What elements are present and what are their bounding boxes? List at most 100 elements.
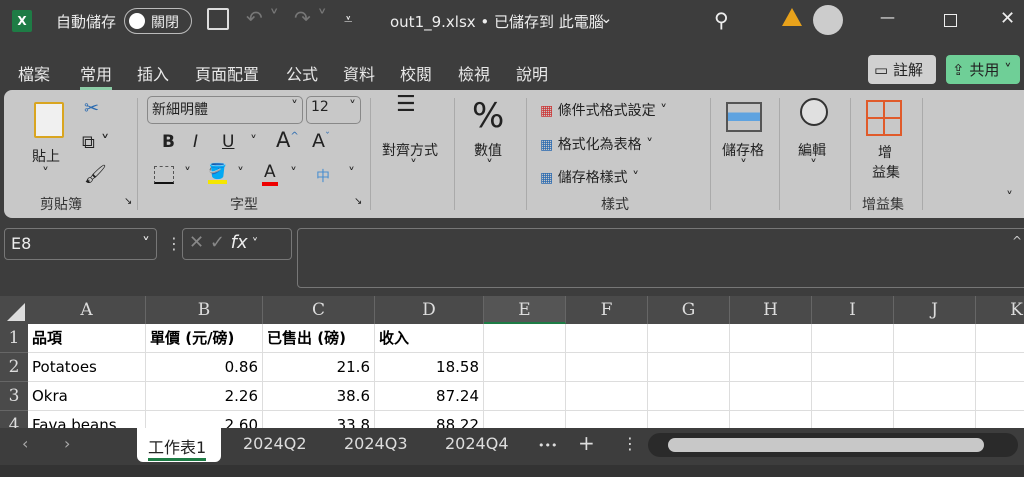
document-title[interactable]: out1_9.xlsx • 已儲存到 此電腦 xyxy=(390,11,604,32)
cell[interactable] xyxy=(566,382,648,411)
autosave-toggle[interactable]: 關閉 xyxy=(124,8,192,34)
fill-chevron-icon[interactable]: ˅ xyxy=(237,166,244,182)
clipboard-launcher-icon[interactable]: ↘ xyxy=(124,196,132,207)
column-header-a[interactable]: A xyxy=(28,296,146,324)
format-as-table-button[interactable]: ▦ 格式化為表格 ˅ xyxy=(540,134,653,154)
underline-chevron-icon[interactable]: ˅ xyxy=(250,134,257,150)
font-name-select[interactable]: 新細明體 ˅ xyxy=(147,96,303,124)
borders-icon[interactable] xyxy=(154,166,174,184)
expand-formula-icon[interactable]: ^ xyxy=(1012,234,1022,248)
more-sheets-button[interactable]: ••• xyxy=(538,439,557,452)
cell[interactable] xyxy=(730,353,812,382)
cell[interactable] xyxy=(976,324,1024,353)
font-launcher-icon[interactable]: ↘ xyxy=(354,196,362,207)
phonetic-chevron-icon[interactable]: ˅ xyxy=(348,166,355,182)
tab-page-layout[interactable]: 頁面配置 xyxy=(195,61,259,85)
borders-chevron-icon[interactable]: ˅ xyxy=(184,166,191,182)
sheet-tab-active[interactable]: 工作表1 xyxy=(137,428,221,462)
share-button[interactable]: ⇪ 共用 ˅ xyxy=(946,55,1020,84)
minimize-icon[interactable]: — xyxy=(880,8,895,26)
addins-label-1[interactable]: 增 xyxy=(878,142,892,162)
cell[interactable]: 單價 (元/磅) xyxy=(146,324,263,353)
column-header-g[interactable]: G xyxy=(648,296,730,324)
cell[interactable]: 收入 xyxy=(375,324,484,353)
conditional-formatting-button[interactable]: ▦ 條件式格式設定 ˅ xyxy=(540,100,667,120)
cell-styles-button[interactable]: ▦ 儲存格樣式 ˅ xyxy=(540,167,639,187)
search-icon[interactable]: ⚲ xyxy=(714,8,729,32)
underline-button[interactable]: U xyxy=(222,132,234,152)
tab-review[interactable]: 校閱 xyxy=(400,61,432,85)
cell[interactable]: Fava beans xyxy=(28,411,146,428)
cell[interactable] xyxy=(648,382,730,411)
column-header-k[interactable]: K xyxy=(976,296,1024,324)
avatar[interactable] xyxy=(813,5,843,35)
tab-help[interactable]: 說明 xyxy=(516,61,548,85)
customize-qat-icon[interactable]: ⩡ xyxy=(344,10,352,28)
phonetic-button[interactable]: 中 xyxy=(316,166,330,186)
cell[interactable]: 品項 xyxy=(28,324,146,353)
cell[interactable] xyxy=(812,382,894,411)
name-box[interactable]: E8 ˅ xyxy=(4,228,157,260)
cell[interactable]: 2.60 xyxy=(146,411,263,428)
number-button[interactable]: 數值 xyxy=(474,140,502,160)
cell[interactable]: 2.26 xyxy=(146,382,263,411)
column-header-c[interactable]: C xyxy=(263,296,375,324)
warning-icon[interactable] xyxy=(782,8,802,26)
collapse-ribbon-icon[interactable]: ˅ xyxy=(1006,190,1013,206)
tab-file[interactable]: 檔案 xyxy=(18,61,50,85)
cell[interactable]: 33.8 xyxy=(263,411,375,428)
prev-sheet-icon[interactable]: ‹ xyxy=(22,434,28,453)
cut-icon[interactable]: ✂ xyxy=(84,98,99,119)
editing-chevron-icon[interactable]: ˅ xyxy=(810,158,817,174)
column-header-h[interactable]: H xyxy=(730,296,812,324)
cancel-icon[interactable]: ✕ xyxy=(189,232,204,253)
tab-splitter-icon[interactable]: ⋮ xyxy=(622,434,638,453)
tab-home[interactable]: 常用 xyxy=(80,61,113,90)
cell[interactable] xyxy=(484,324,566,353)
row-header[interactable]: 3 xyxy=(0,382,28,411)
cell[interactable] xyxy=(730,324,812,353)
copy-icon[interactable]: ⧉ ˅ xyxy=(82,132,110,153)
comments-button[interactable]: ▭ 註解 xyxy=(868,55,936,84)
cell[interactable]: 88.22 xyxy=(375,411,484,428)
addins-label-2[interactable]: 益集 xyxy=(872,162,900,182)
column-header-b[interactable]: B xyxy=(146,296,263,324)
tab-data[interactable]: 資料 xyxy=(343,61,375,85)
alignment-button[interactable]: 對齊方式 xyxy=(382,140,438,160)
cell[interactable]: Okra xyxy=(28,382,146,411)
editing-button[interactable]: 編輯 xyxy=(798,140,826,160)
cell[interactable]: 38.6 xyxy=(263,382,375,411)
cell[interactable] xyxy=(648,411,730,428)
cell[interactable] xyxy=(566,324,648,353)
cell[interactable] xyxy=(566,411,648,428)
save-icon[interactable] xyxy=(207,8,229,30)
row-header[interactable]: 4 xyxy=(0,411,28,428)
cell[interactable] xyxy=(484,411,566,428)
cells-button[interactable]: 儲存格 xyxy=(722,140,764,160)
cell[interactable]: 18.58 xyxy=(375,353,484,382)
cell[interactable] xyxy=(894,382,976,411)
paste-button[interactable]: 貼上 xyxy=(32,146,60,166)
column-header-d[interactable]: D xyxy=(375,296,484,324)
cell[interactable] xyxy=(730,411,812,428)
insert-function-button[interactable]: fx xyxy=(231,232,248,253)
tab-view[interactable]: 檢視 xyxy=(458,61,490,85)
sheet-tab-2024q3[interactable]: 2024Q3 xyxy=(344,434,408,453)
cell[interactable]: 87.24 xyxy=(375,382,484,411)
undo-icon[interactable]: ↶ ˅ xyxy=(246,6,279,30)
cell[interactable] xyxy=(894,324,976,353)
shrink-font-button[interactable]: Aˇ xyxy=(312,130,330,152)
number-chevron-icon[interactable]: ˅ xyxy=(486,158,493,174)
column-header-i[interactable]: I xyxy=(812,296,894,324)
font-color-button[interactable]: A xyxy=(262,162,278,186)
alignment-chevron-icon[interactable]: ˅ xyxy=(410,158,417,174)
cell[interactable] xyxy=(648,324,730,353)
cell[interactable] xyxy=(976,382,1024,411)
column-header-j[interactable]: J xyxy=(894,296,976,324)
add-sheet-button[interactable]: + xyxy=(578,431,595,455)
cell[interactable] xyxy=(484,382,566,411)
bold-button[interactable]: B xyxy=(162,132,175,152)
cell[interactable] xyxy=(812,353,894,382)
select-all-button[interactable] xyxy=(0,296,28,324)
italic-button[interactable]: I xyxy=(193,132,198,152)
